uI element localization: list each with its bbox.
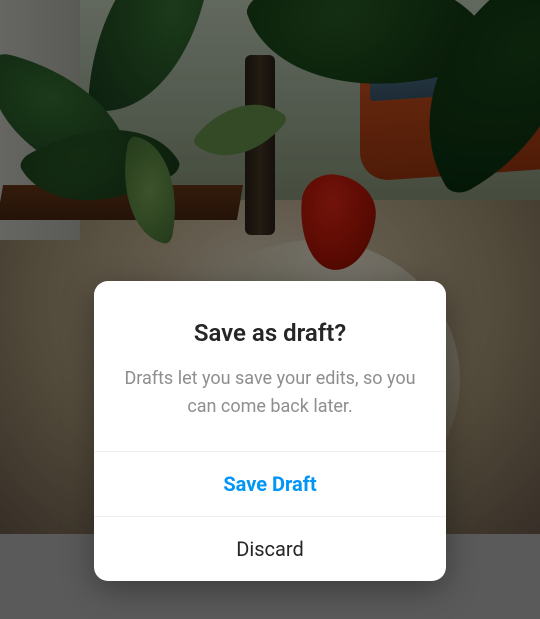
dialog-body: Save as draft? Drafts let you save your … [94, 281, 446, 451]
dialog-actions: Save Draft Discard [94, 451, 446, 581]
dialog-title: Save as draft? [120, 319, 420, 347]
discard-button[interactable]: Discard [94, 517, 446, 581]
save-draft-button[interactable]: Save Draft [94, 452, 446, 517]
dialog-message: Drafts let you save your edits, so you c… [120, 365, 420, 421]
save-draft-dialog: Save as draft? Drafts let you save your … [94, 281, 446, 581]
